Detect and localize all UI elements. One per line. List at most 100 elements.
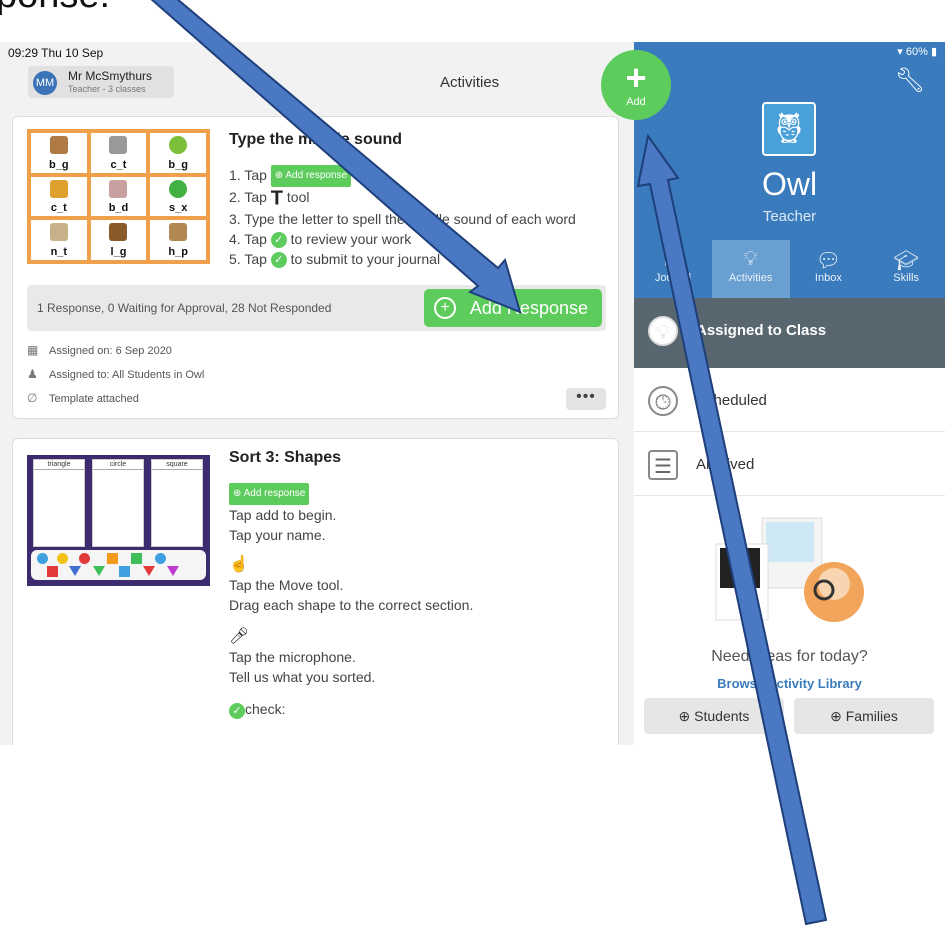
folder-assigned[interactable]: 💡︎ Assigned to Class bbox=[634, 298, 945, 368]
square-shape bbox=[131, 553, 142, 564]
checkmark-icon: ✓ bbox=[270, 251, 287, 268]
word-tile: b_g bbox=[150, 133, 206, 173]
tab-journal[interactable]: ▭ Journal bbox=[634, 240, 712, 298]
calendar-icon: ▦ bbox=[27, 343, 39, 357]
move-tool-icon: ☝ bbox=[229, 556, 249, 574]
user-name: Mr McSmythurs bbox=[68, 69, 152, 83]
class-tabs: ▭ Journal 💡︎ Activities 💬︎ Inbox 🎓︎ Skills bbox=[634, 240, 945, 298]
activity-title: Type the middle sound bbox=[229, 131, 403, 148]
sort-column: square bbox=[151, 459, 203, 547]
class-role: Teacher bbox=[762, 208, 817, 225]
word-tile: l_g bbox=[90, 220, 147, 260]
word-tile: b_d bbox=[90, 176, 147, 217]
bag-icon bbox=[49, 136, 68, 154]
step: 1. Tap ⊕ Add response bbox=[229, 165, 576, 188]
nut-icon bbox=[49, 223, 68, 242]
tab-inbox[interactable]: 💬︎ Inbox bbox=[790, 240, 868, 298]
template-attached: ∅ Template attached bbox=[27, 391, 139, 405]
instruction-line: Tell us what you sorted. bbox=[229, 669, 376, 686]
cat-icon bbox=[49, 179, 68, 198]
ideas-heading: Need ideas for today? bbox=[711, 648, 868, 665]
assigned-to: ♟ Assigned to: All Students in Owl bbox=[27, 367, 205, 381]
step: 3. Type the letter to spell the middle s… bbox=[229, 210, 576, 227]
circle-shape bbox=[79, 553, 90, 564]
instruction-line: Tap the Move tool. bbox=[229, 577, 344, 594]
shape-tray bbox=[31, 550, 206, 580]
checkmark-icon: ✓ bbox=[270, 231, 287, 248]
activity-instructions: ⊕ Add response Tap add to begin. Tap you… bbox=[229, 483, 473, 719]
wrench-icon[interactable]: 🔧︎ bbox=[895, 66, 925, 95]
assigned-on: ▦ Assigned on: 6 Sep 2020 bbox=[27, 343, 172, 357]
avatar: MM bbox=[33, 71, 57, 95]
owl-icon: 🦉︎ bbox=[762, 102, 816, 156]
user-subtitle: Teacher - 3 classes bbox=[68, 84, 146, 94]
battery-status: ▾ 60% ▮ bbox=[897, 46, 937, 58]
microphone-icon: 🎤︎ bbox=[229, 628, 250, 646]
folder-scheduled[interactable]: 🕒︎ Scheduled bbox=[634, 368, 945, 432]
browse-library-link[interactable]: Browse Activity Library bbox=[634, 676, 945, 691]
plus-circle-icon: + bbox=[434, 297, 456, 319]
activity-thumbnail: triangle circle square bbox=[27, 455, 210, 586]
tab-skills[interactable]: 🎓︎ Skills bbox=[867, 240, 945, 298]
square-shape bbox=[47, 566, 58, 577]
tab-activities[interactable]: 💡︎ Activities bbox=[711, 240, 790, 298]
instruction-line: Tap add to begin. bbox=[229, 507, 337, 524]
user-switcher[interactable]: MM Mr McSmythurs Teacher - 3 classes bbox=[28, 66, 174, 98]
circle-shape bbox=[155, 553, 166, 564]
status-time: 09:29 Thu 10 Sep bbox=[8, 46, 104, 60]
word-tile: b_g bbox=[31, 133, 87, 173]
instruction-line: ✓ check: bbox=[229, 699, 473, 719]
add-label: Add bbox=[626, 96, 646, 108]
square-shape bbox=[107, 553, 118, 564]
sort-column: triangle bbox=[33, 459, 85, 547]
class-header: ▾ 60% ▮ 🔧︎ 🦉︎ Owl Teacher bbox=[634, 42, 945, 240]
six-icon bbox=[169, 179, 188, 198]
instruction-line: Drag each shape to the correct section. bbox=[229, 597, 474, 614]
response-summary-bar: 1 Response, 0 Waiting for Approval, 28 N… bbox=[27, 285, 606, 331]
triangle-shape bbox=[93, 566, 105, 576]
add-activity-button[interactable]: + Add bbox=[601, 50, 671, 120]
class-name: Owl bbox=[761, 166, 818, 202]
sort-column: circle bbox=[92, 459, 144, 547]
activity-thumbnail: b_g c_t b_g c_t b_d s_x n_t l_g h_p bbox=[27, 129, 210, 264]
add-response-tag: ⊕ Add response bbox=[270, 165, 352, 188]
add-families-button[interactable]: ⊕ Families bbox=[794, 698, 934, 734]
journal-icon: ▭ bbox=[663, 250, 683, 272]
screenshot-stage: ponse: 09:29 Thu 10 Sep MM Mr McSmythurs… bbox=[0, 0, 945, 944]
lightbulb-icon: 💡︎ bbox=[743, 248, 758, 270]
bed-icon bbox=[109, 179, 128, 198]
paperclip-icon: ∅ bbox=[27, 391, 38, 405]
activity-card[interactable]: b_g c_t b_g c_t b_d s_x n_t l_g h_p Type… bbox=[12, 116, 619, 419]
step: 5. Tap ✓ to submit to your journal bbox=[229, 250, 441, 268]
circle-shape bbox=[37, 553, 48, 564]
class-sidebar: ▾ 60% ▮ 🔧︎ 🦉︎ Owl Teacher ▭ Journal 💡︎ Act… bbox=[634, 42, 945, 745]
hop-icon bbox=[169, 223, 188, 242]
overlay-caption: ponse: bbox=[0, 0, 110, 17]
page-title: Activities bbox=[440, 74, 500, 91]
text-tool-icon: T bbox=[270, 187, 283, 210]
add-students-button[interactable]: ⊕ Students bbox=[644, 698, 784, 734]
activity-card[interactable]: triangle circle square Sort 3: Shapes ⊕ … bbox=[12, 438, 619, 745]
instruction-line: Tap the microphone. bbox=[229, 649, 356, 666]
checkmark-icon: ✓ bbox=[229, 702, 245, 719]
archive-icon: ☰ bbox=[648, 450, 678, 480]
triangle-shape bbox=[167, 566, 179, 576]
triangle-shape bbox=[69, 566, 81, 576]
square-shape bbox=[119, 566, 130, 577]
circle-shape bbox=[57, 553, 68, 564]
triangle-shape bbox=[143, 566, 155, 576]
response-summary: 1 Response, 0 Waiting for Approval, 28 N… bbox=[37, 301, 332, 315]
more-options-button[interactable]: ••• bbox=[566, 388, 606, 410]
add-response-button[interactable]: + Add Response bbox=[424, 289, 602, 327]
word-tile: c_t bbox=[31, 176, 87, 217]
plus-icon: + bbox=[625, 57, 647, 98]
word-tile: c_t bbox=[90, 133, 147, 173]
folder-archived[interactable]: ☰ Archived bbox=[634, 432, 945, 496]
step: 4. Tap ✓ to review your work bbox=[229, 230, 412, 248]
step: 2. Tap T tool bbox=[229, 187, 310, 210]
scissors-icon bbox=[109, 136, 128, 154]
people-icon: ♟ bbox=[27, 367, 38, 381]
chat-icon: 💬︎ bbox=[815, 250, 842, 272]
word-tile: n_t bbox=[31, 220, 87, 260]
bug-icon bbox=[169, 136, 188, 154]
